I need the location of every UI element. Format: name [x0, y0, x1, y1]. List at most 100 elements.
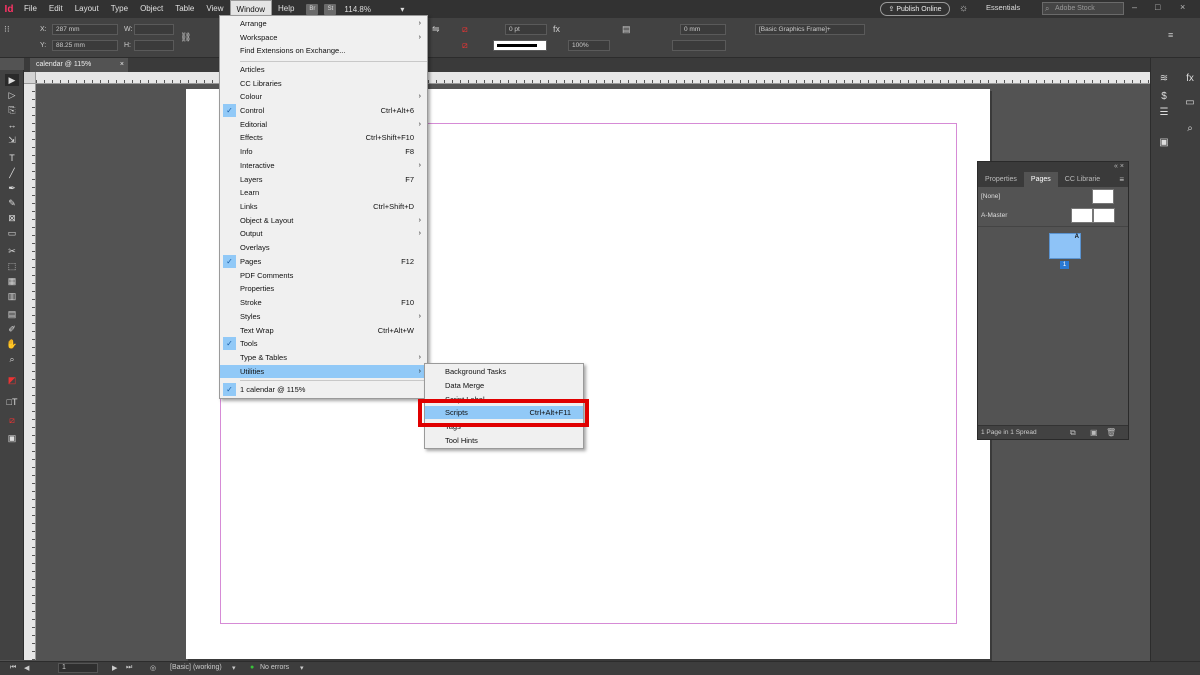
horizontal-ruler[interactable]	[36, 72, 1150, 84]
page-1-thumbnail[interactable]: A	[1049, 233, 1081, 259]
menu-item-tools[interactable]: ✓ Tools	[220, 337, 427, 350]
next-page-icon[interactable]: ▶	[112, 664, 117, 672]
gradient-tool-icon[interactable]: ▦	[5, 275, 19, 287]
tab-properties[interactable]: Properties	[978, 172, 1024, 187]
gap-field[interactable]: 0 mm	[680, 24, 726, 35]
pencil-tool-icon[interactable]: ✎	[5, 197, 19, 209]
close-panel-icon[interactable]: ×	[1120, 163, 1124, 170]
menu-item-interactive[interactable]: Interactive ›	[220, 159, 427, 172]
cc-libraries-icon[interactable]: ▭	[1183, 96, 1197, 110]
object-style-dropdown[interactable]: [Basic Graphics Frame]+	[755, 24, 865, 35]
preflight-profile[interactable]: [Basic] (working)	[170, 664, 222, 671]
effects-panel-icon[interactable]: fx	[1183, 72, 1197, 86]
text-wrap-icon[interactable]: ▤	[622, 24, 631, 35]
publish-online-button[interactable]: ⇪ Publish Online	[880, 2, 950, 16]
menu-edit[interactable]: Edit	[43, 0, 69, 18]
menu-type[interactable]: Type	[105, 0, 134, 18]
layers-icon[interactable]: ≋	[1157, 72, 1171, 86]
workspace-switcher[interactable]: Essentials	[986, 3, 1020, 12]
links-icon[interactable]: $	[1157, 90, 1171, 104]
type-tool-icon[interactable]: T	[5, 152, 19, 164]
note-tool-icon[interactable]: ▤	[5, 308, 19, 320]
content-collector-icon[interactable]: ⇲	[5, 134, 19, 146]
menu-item-pages[interactable]: ✓ Pages F12	[220, 255, 427, 268]
menu-item-output[interactable]: Output ›	[220, 227, 427, 240]
x-position-field[interactable]: 287 mm	[52, 24, 118, 35]
menu-item-articles[interactable]: Articles	[220, 63, 427, 76]
hand-tool-icon[interactable]: ✋	[5, 338, 19, 350]
zoom-level-control[interactable]: 114.8% ▾	[344, 5, 404, 14]
stroke-icon[interactable]: ☰	[1157, 106, 1171, 120]
stroke-weight-field[interactable]: 0 pt	[505, 24, 547, 35]
last-page-icon[interactable]: ⏭	[126, 664, 132, 672]
collapse-panel-icon[interactable]: «	[1114, 163, 1118, 170]
rectangle-tool-icon[interactable]: ▭	[5, 227, 19, 239]
edit-page-size-icon[interactable]: ⧉	[1070, 426, 1076, 440]
gradient-feather-tool-icon[interactable]: ▥	[5, 290, 19, 302]
error-status[interactable]: No errors	[260, 664, 289, 671]
menu-file[interactable]: File	[18, 0, 43, 18]
new-page-icon[interactable]: ▣	[1090, 426, 1098, 440]
reference-point-icon[interactable]: ⁝⁝	[4, 24, 10, 35]
menu-layout[interactable]: Layout	[69, 0, 105, 18]
swatches-icon[interactable]: ▣	[1157, 136, 1171, 150]
free-transform-tool-icon[interactable]: ⬚	[5, 260, 19, 272]
effects-icon[interactable]: fx	[553, 24, 560, 34]
adobe-stock-search[interactable]: ⌕ Adobe Stock	[1042, 2, 1124, 15]
gap-tool-icon[interactable]: ↔	[5, 119, 19, 131]
menu-item-editorial[interactable]: Editorial ›	[220, 118, 427, 131]
chevron-down-icon[interactable]: ▾	[232, 664, 236, 672]
menu-item-effects[interactable]: Effects Ctrl+Shift+F10	[220, 131, 427, 144]
stock-button[interactable]: St	[324, 3, 337, 15]
line-tool-icon[interactable]: ╱	[5, 167, 19, 179]
constrain-proportions-icon[interactable]: ⛓	[180, 32, 191, 43]
menu-item-layers[interactable]: Layers F7	[220, 173, 427, 186]
menu-item-find-extensions[interactable]: Find Extensions on Exchange...	[220, 44, 427, 57]
none-master-row[interactable]: [None]	[978, 187, 1128, 206]
scissors-tool-icon[interactable]: ✂	[5, 245, 19, 257]
menu-item-control[interactable]: ✓ Control Ctrl+Alt+6	[220, 104, 427, 117]
document-tab[interactable]: calendar @ 115% ×	[30, 58, 128, 72]
apply-none-icon[interactable]: ⧄	[5, 414, 19, 426]
chevron-down-icon[interactable]: ▾	[300, 664, 304, 672]
menu-item-utilities[interactable]: Utilities ›	[220, 365, 427, 378]
submenu-item-background-tasks[interactable]: Background Tasks	[425, 365, 583, 378]
pen-tool-icon[interactable]: ✒	[5, 182, 19, 194]
tab-pages[interactable]: Pages	[1023, 172, 1058, 187]
find-icon[interactable]: ⌕	[1183, 122, 1197, 136]
previous-page-icon[interactable]: ◀	[24, 664, 29, 672]
opacity-field[interactable]: 100%	[568, 40, 610, 51]
menu-object[interactable]: Object	[134, 0, 169, 18]
menu-item-links[interactable]: Links Ctrl+Shift+D	[220, 200, 427, 213]
zoom-tool-icon[interactable]: ⌕	[5, 353, 19, 365]
eyedropper-tool-icon[interactable]: ✐	[5, 323, 19, 335]
menu-item-pdf-comments[interactable]: PDF Comments	[220, 269, 427, 282]
panel-options-icon[interactable]: ≡	[1168, 30, 1173, 40]
screen-mode-icon[interactable]: ▣	[5, 432, 19, 444]
maximize-icon[interactable]: □	[1155, 2, 1160, 12]
selection-tool-icon[interactable]: ▶	[5, 74, 19, 86]
close-window-icon[interactable]: ×	[1180, 2, 1185, 12]
y-position-field[interactable]: 88.25 mm	[52, 40, 118, 51]
menu-item-open-document[interactable]: ✓ 1 calendar @ 115%	[220, 383, 427, 396]
page-number-field[interactable]: 1	[58, 663, 98, 673]
a-master-row[interactable]: A-Master	[978, 206, 1128, 225]
close-tab-icon[interactable]: ×	[120, 58, 124, 72]
menu-item-object-layout[interactable]: Object & Layout ›	[220, 214, 427, 227]
menu-item-type-tables[interactable]: Type & Tables ›	[220, 351, 427, 364]
menu-item-learn[interactable]: Learn	[220, 186, 427, 199]
tab-cc-libraries[interactable]: CC Librarie	[1058, 172, 1107, 187]
menu-item-cc-libraries[interactable]: CC Libraries	[220, 77, 427, 90]
menu-item-info[interactable]: Info F8	[220, 145, 427, 158]
menu-item-arrange[interactable]: Arrange ›	[220, 17, 427, 30]
direct-selection-tool-icon[interactable]: ▷	[5, 89, 19, 101]
submenu-item-tool-hints[interactable]: Tool Hints	[425, 434, 583, 447]
page-tool-icon[interactable]: ⎘	[5, 104, 19, 116]
width-field[interactable]	[134, 24, 174, 35]
fill-none-icon[interactable]: ⧄	[462, 24, 468, 35]
bridge-button[interactable]: Br	[306, 3, 319, 15]
menu-item-text-wrap[interactable]: Text Wrap Ctrl+Alt+W	[220, 324, 427, 337]
delete-page-icon[interactable]: 🗑	[1106, 426, 1116, 440]
rectangle-frame-tool-icon[interactable]: ⊠	[5, 212, 19, 224]
menu-table[interactable]: Table	[169, 0, 200, 18]
